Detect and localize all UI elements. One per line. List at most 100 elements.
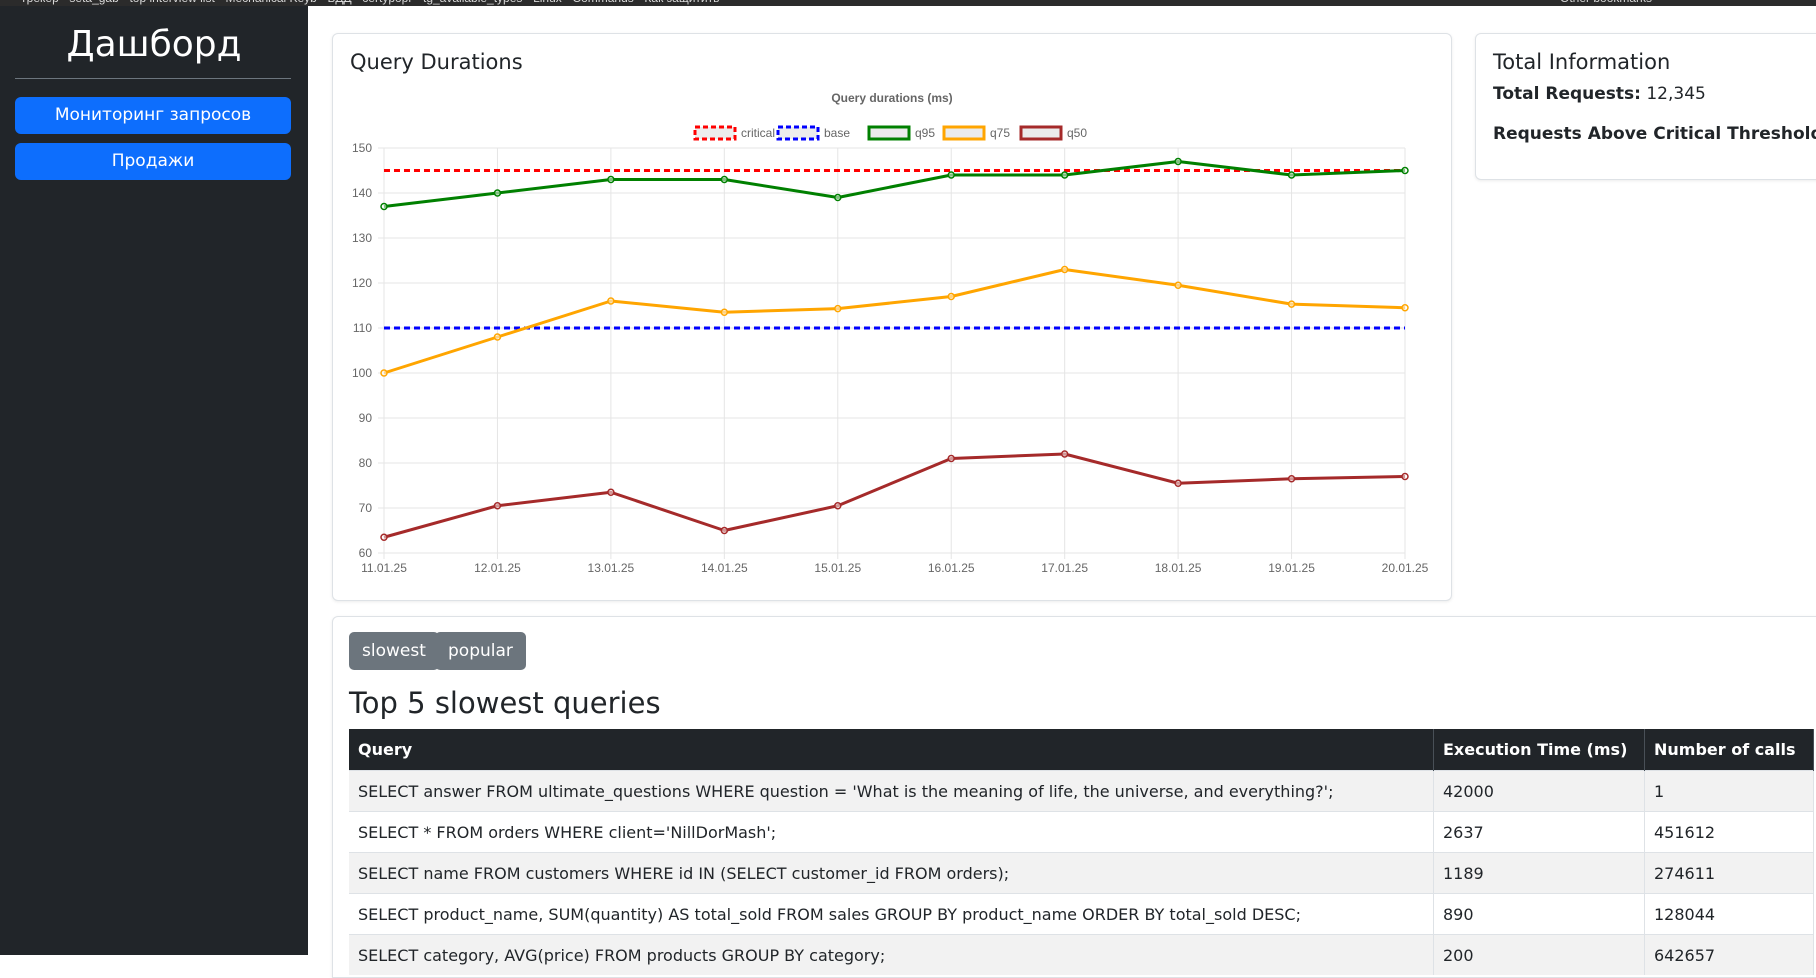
table-row[interactable]: SELECT name FROM customers WHERE id IN (… (349, 852, 1814, 894)
tab-popular[interactable]: popular (435, 632, 526, 670)
execution-time-cell: 42000 (1433, 770, 1645, 812)
series-line-q95 (383, 160, 1406, 208)
data-point-q50 (1401, 472, 1409, 481)
y-tick-label: 90 (359, 411, 373, 425)
total-information-card: Total Information Total Requests: 12,345… (1475, 33, 1816, 180)
legend-swatch-q75 (942, 125, 986, 141)
calls-cell: 274611 (1644, 852, 1814, 894)
y-tick-label: 120 (352, 276, 372, 290)
legend-swatch-q95 (867, 125, 911, 141)
data-point-q75 (1287, 300, 1296, 308)
critical-requests-row: Requests Above Critical Threshold: 678 (1493, 124, 1816, 144)
data-point-q95 (1401, 166, 1409, 175)
data-point-q95 (380, 202, 388, 211)
series-line-q75 (383, 268, 1406, 375)
data-point-q50 (1287, 475, 1296, 483)
data-point-q75 (1401, 304, 1409, 312)
total-requests-row: Total Requests: 12,345 (1493, 84, 1706, 104)
x-tick-label: 17.01.25 (1041, 561, 1088, 575)
x-tick-label: 14.01.25 (701, 561, 748, 575)
query-cell: SELECT * FROM orders WHERE client='NillD… (349, 811, 1434, 853)
data-point-q95 (493, 189, 502, 197)
x-tick-label: 19.01.25 (1268, 561, 1315, 575)
x-tick-label: 16.01.25 (928, 561, 975, 575)
legend-label-q50: q50 (1067, 126, 1087, 140)
y-tick-label: 140 (352, 186, 372, 200)
data-point-q50 (834, 502, 842, 510)
slowest-queries-table: Query Execution Time (ms) Number of call… (349, 729, 1814, 975)
data-point-q50 (607, 488, 615, 496)
x-tick-label: 13.01.25 (588, 561, 635, 575)
legend-label-critical: critical (741, 126, 775, 140)
legend-swatch-critical (693, 125, 737, 141)
tab-slowest[interactable]: slowest (349, 632, 439, 670)
calls-cell: 1 (1644, 770, 1814, 812)
critical-requests-label: Requests Above Critical Threshold: (1493, 124, 1816, 144)
chart-title: Query durations (ms) (831, 91, 952, 105)
y-tick-label: 150 (352, 141, 372, 155)
legend-label-base: base (824, 126, 850, 140)
x-tick-label: 18.01.25 (1155, 561, 1202, 575)
sidebar: Дашборд Мониторинг запросов Продажи (0, 6, 308, 955)
nav-button-query-monitoring[interactable]: Мониторинг запросов (15, 97, 291, 134)
y-tick-label: 60 (359, 546, 373, 560)
x-tick-label: 20.01.25 (1382, 561, 1429, 575)
sidebar-title: Дашборд (66, 24, 242, 65)
column-header-query[interactable]: Query (349, 729, 1434, 771)
y-tick-label: 70 (359, 501, 373, 515)
legend-label-q75: q75 (990, 126, 1010, 140)
x-tick-label: 11.01.25 (361, 561, 407, 575)
total-requests-value: 12,345 (1646, 84, 1706, 104)
y-tick-label: 130 (352, 231, 372, 245)
table-row[interactable]: SELECT * FROM orders WHERE client='NillD… (349, 811, 1814, 853)
data-point-q95 (834, 193, 842, 202)
bookmark-items[interactable]: Трекер · seta_gab · top interview list ·… (20, 0, 719, 5)
data-point-q95 (1174, 157, 1182, 166)
data-point-q75 (380, 369, 388, 377)
data-point-q75 (493, 333, 502, 341)
y-tick-label: 110 (353, 321, 372, 335)
data-point-q75 (607, 297, 615, 305)
data-point-q75 (720, 308, 729, 316)
series-line-q50 (383, 452, 1406, 539)
column-header-execution-time[interactable]: Execution Time (ms) (1433, 729, 1645, 771)
data-point-q75 (1174, 281, 1182, 289)
table-header-row: Query Execution Time (ms) Number of call… (349, 729, 1814, 771)
other-bookmarks[interactable]: Other bookmarks (1560, 0, 1652, 5)
data-point-q50 (1174, 479, 1182, 487)
info-card-title: Total Information (1493, 50, 1671, 74)
calls-cell: 128044 (1644, 893, 1814, 935)
table-heading: Top 5 slowest queries (349, 686, 661, 720)
data-point-q50 (947, 454, 955, 463)
y-tick-label: 80 (359, 456, 373, 470)
nav-button-sales[interactable]: Продажи (15, 143, 291, 180)
query-cell: SELECT name FROM customers WHERE id IN (… (349, 852, 1434, 894)
legend-label-q95: q95 (915, 126, 935, 140)
table-row[interactable]: SELECT product_name, SUM(quantity) AS to… (349, 893, 1814, 935)
x-tick-label: 12.01.25 (474, 561, 521, 575)
query-durations-card: Query Durations Query durations (ms) 60 70… (332, 33, 1452, 601)
y-tick-label: 100 (352, 366, 372, 380)
legend-swatch-q50 (1019, 125, 1063, 141)
data-point-q50 (380, 533, 388, 541)
data-point-q95 (1287, 171, 1296, 179)
x-tick-label: 15.01.25 (814, 561, 861, 575)
total-requests-label: Total Requests: (1493, 84, 1641, 104)
table-row[interactable]: SELECT answer FROM ultimate_questions WH… (349, 770, 1814, 812)
data-point-q95 (607, 175, 615, 184)
data-point-q75 (947, 292, 955, 301)
data-point-q50 (493, 502, 502, 510)
query-durations-chart: Query durations (ms) 60 70 80 90 100 110 120 130… (352, 91, 1429, 575)
column-header-number-of-calls[interactable]: Number of calls (1644, 729, 1814, 771)
data-point-q50 (720, 526, 729, 535)
legend-swatch-base (776, 125, 820, 141)
data-point-q95 (720, 175, 729, 184)
query-cell: SELECT answer FROM ultimate_questions WH… (349, 770, 1434, 812)
calls-cell: 451612 (1644, 811, 1814, 853)
data-point-q95 (947, 171, 955, 179)
data-point-q75 (834, 304, 842, 313)
execution-time-cell: 2637 (1433, 811, 1645, 853)
query-cell: SELECT product_name, SUM(quantity) AS to… (349, 893, 1434, 935)
data-point-q95 (1060, 171, 1069, 179)
execution-time-cell: 890 (1433, 893, 1645, 935)
